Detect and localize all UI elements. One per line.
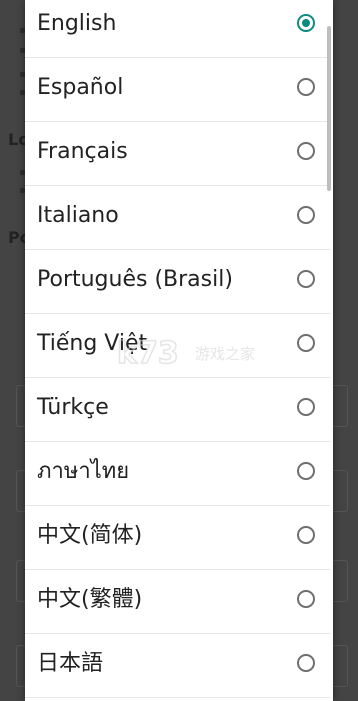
radio-selected-icon[interactable] (297, 14, 315, 32)
language-label: 中文(简体) (37, 523, 143, 548)
language-label: Português (Brasil) (37, 267, 233, 292)
language-label: Italiano (37, 203, 119, 228)
language-option[interactable]: 中文(繁體) (25, 571, 330, 634)
radio-unselected-icon[interactable] (297, 334, 315, 352)
radio-unselected-icon[interactable] (297, 526, 315, 544)
radio-unselected-icon[interactable] (297, 654, 315, 672)
radio-unselected-icon[interactable] (297, 78, 315, 96)
radio-unselected-icon[interactable] (297, 398, 315, 416)
language-dialog: English Español Français Italiano Português … (25, 0, 333, 701)
language-option[interactable]: 中文(简体) (25, 507, 330, 570)
language-label: 中文(繁體) (37, 587, 143, 612)
language-option[interactable]: English (25, 0, 330, 58)
language-label: 日本語 (37, 651, 104, 676)
radio-unselected-icon[interactable] (297, 590, 315, 608)
language-label: Français (37, 139, 128, 164)
radio-unselected-icon[interactable] (297, 270, 315, 288)
language-option[interactable]: 日本語 (25, 635, 330, 698)
language-label: ภาษาไทย (37, 459, 130, 484)
svg-text:游戏之家: 游戏之家 (195, 345, 255, 363)
language-label: Español (37, 75, 124, 100)
radio-unselected-icon[interactable] (297, 142, 315, 160)
language-option[interactable]: Türkçe (25, 379, 330, 442)
language-label: Türkçe (37, 395, 109, 420)
watermark-logo: k73 游戏之家 (116, 335, 255, 372)
language-label: English (37, 11, 117, 36)
language-option[interactable]: Italiano (25, 187, 330, 250)
radio-unselected-icon[interactable] (297, 462, 315, 480)
scrollbar[interactable] (327, 26, 331, 191)
language-option[interactable]: Português (Brasil) (25, 251, 330, 314)
language-option[interactable]: ภาษาไทย (25, 443, 330, 506)
radio-unselected-icon[interactable] (297, 206, 315, 224)
svg-text:k73: k73 (117, 336, 179, 371)
language-option[interactable]: Español (25, 59, 330, 122)
language-option[interactable]: Français (25, 123, 330, 186)
